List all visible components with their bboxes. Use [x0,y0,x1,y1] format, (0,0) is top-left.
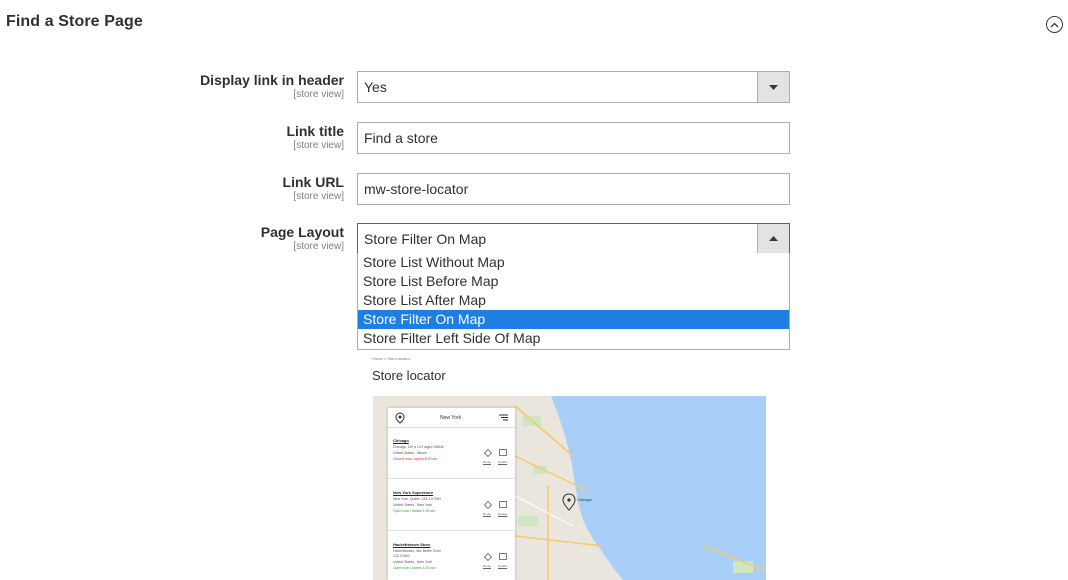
details-label: Details [498,564,508,568]
select-value: Yes [364,79,387,95]
field-label: Page Layout [260,224,344,240]
store-country: United States , New York [393,560,432,564]
display-link-label: Display link in header [store view] [200,72,344,101]
store-item: Hackettstown Store Hackettstown, 46c Bel… [388,533,515,580]
store-status: Open now / closes 1:00 am [393,566,436,570]
store-name: New York Superstore [393,490,434,495]
details-icon [499,501,507,508]
select-value: Store Filter On Map [364,230,487,247]
scope-label: [store view] [293,241,344,252]
store-address-line2: 123 07840 [393,554,410,558]
store-address: Chicago, Chi d 123 rage2 60606 [393,445,444,449]
display-link-select[interactable]: Yes [357,71,790,103]
store-item: Chicago Chicago, Chi d 123 rage2 60606 U… [388,429,515,479]
page-layout-label: Page Layout [store view] [261,224,344,253]
store-item: New York Superstore New York, Queen 133-… [388,481,515,531]
route-icon [484,449,492,457]
store-name: Chicago [393,438,409,443]
store-list-panel: New York Chicago Chicago, Chi d 123 rage… [388,408,515,580]
scope-label: [store view] [293,191,344,202]
layout-option[interactable]: Store List Without Map [358,253,789,272]
details-label: Details [498,512,508,516]
details-icon [499,553,507,560]
search-city: New York [440,415,462,421]
field-label: Link URL [282,174,344,190]
preview-breadcrumb: Home > Store locator [372,356,410,361]
layout-option[interactable]: Store List Before Map [358,272,789,291]
chevron-up-icon[interactable] [757,224,789,253]
chevron-down-icon[interactable] [757,72,789,102]
layout-option[interactable]: Store List After Map [358,291,789,310]
store-country: United States , Illinois [393,451,427,455]
details-label: Details [498,460,508,464]
section-title[interactable]: Find a Store Page [6,13,143,31]
link-title-label: Link title [store view] [286,123,344,152]
store-address: Hackettstown, 46c Beltre Town [393,549,441,553]
store-country: United States , New York [393,503,432,507]
field-label: Link title [286,123,344,139]
page-layout-select[interactable]: Store Filter On Map [357,223,790,254]
preview-map-image: Chicago New York Chicago Chicago, Chi d … [373,396,766,580]
store-address: New York, Queen 133-3 07084 [393,497,441,501]
page-layout-dropdown: Store List Without Map Store List Before… [357,253,790,350]
route-label: Route [483,512,492,516]
link-url-input[interactable]: mw-store-locator [357,173,790,205]
store-status: Closed now / opens 8:00 am [393,457,438,461]
link-url-label: Link URL [store view] [283,174,344,203]
route-icon [484,553,492,561]
scope-label: [store view] [293,140,344,151]
scope-label: [store view] [293,89,344,100]
details-icon [499,449,507,456]
route-label: Route [483,564,492,568]
chevron-up-icon[interactable] [1046,16,1063,33]
preview-title: Store locator [372,368,446,383]
location-pin-icon [395,412,405,424]
menu-icon [499,414,508,421]
panel-header: New York [388,408,515,428]
route-icon [484,501,492,509]
route-label: Route [483,460,492,464]
store-status: Open now / closes 1:00 am [393,509,436,513]
link-title-input[interactable]: Find a store [357,122,790,154]
store-name: Hackettstown Store [393,542,431,547]
input-value: Find a store [364,130,438,146]
input-value: mw-store-locator [364,181,469,197]
layout-option-selected[interactable]: Store Filter On Map [358,310,789,329]
layout-option[interactable]: Store Filter Left Side Of Map [358,329,789,348]
field-label: Display link in header [200,72,344,88]
map-marker-label: Chicago [577,497,592,502]
